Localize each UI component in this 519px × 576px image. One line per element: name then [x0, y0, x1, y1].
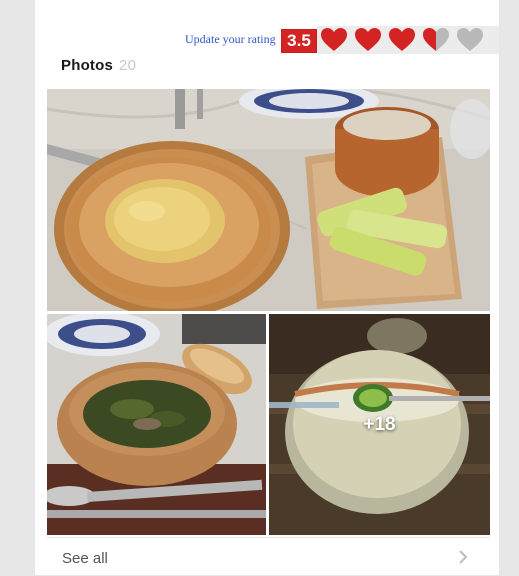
photo-margarita[interactable]: +18	[269, 314, 490, 535]
half-heart-icon[interactable]	[419, 26, 453, 54]
update-rating-link[interactable]: Update your rating	[185, 32, 276, 47]
more-photos-count[interactable]: +18	[269, 314, 490, 535]
heart-icon[interactable]	[317, 26, 351, 54]
rating-hearts[interactable]	[317, 26, 499, 54]
heart-icon[interactable]	[453, 26, 487, 54]
photos-count: 20	[119, 57, 137, 74]
heart-icon[interactable]	[385, 26, 419, 54]
photo-stew-bowl[interactable]	[47, 314, 266, 535]
photos-card: Update your rating 3.5 Photos 20 +18 See…	[35, 0, 499, 575]
see-all-label: See all	[62, 550, 108, 567]
photo-khachapuri[interactable]	[47, 89, 490, 311]
heart-icon[interactable]	[351, 26, 385, 54]
rating-score-badge: 3.5	[281, 29, 317, 53]
photo-grid: +18	[47, 89, 490, 535]
photos-heading: Photos 20	[61, 57, 136, 74]
photos-title: Photos	[61, 57, 114, 74]
rating-row: Update your rating 3.5	[35, 26, 499, 54]
chevron-right-icon	[459, 550, 468, 564]
see-all-photos-button[interactable]: See all	[47, 537, 490, 576]
